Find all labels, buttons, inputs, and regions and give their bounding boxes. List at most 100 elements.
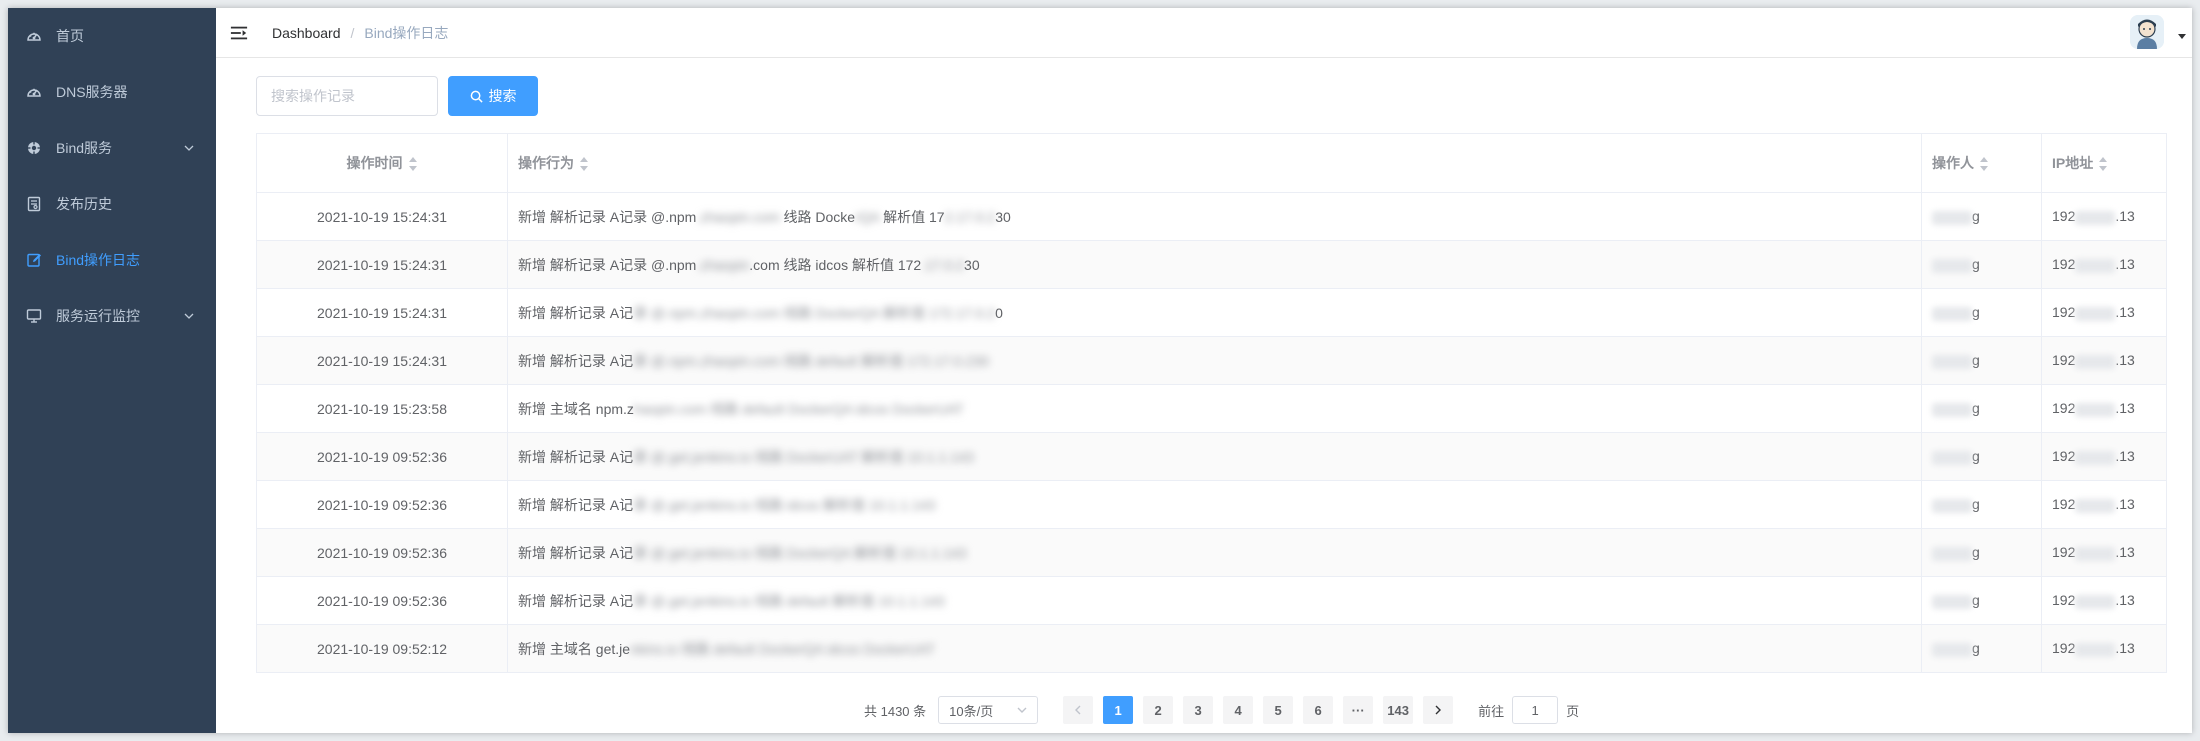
breadcrumb-current: Bind操作日志 bbox=[364, 24, 449, 41]
column-header-operator[interactable]: 操作人 bbox=[1921, 133, 2042, 193]
action-text: 新增 解析记录 A记 bbox=[518, 448, 634, 465]
caret-down-icon[interactable] bbox=[2178, 32, 2186, 40]
table-row: 2021-10-19 15:24:31 新增 解析记录 A记录 @.npm.zha… bbox=[256, 192, 2167, 241]
redacted-text: .17.0.2 bbox=[921, 256, 965, 273]
ip-text: .13 bbox=[2115, 208, 2135, 225]
prev-page-button[interactable] bbox=[1063, 696, 1094, 724]
sidebar-item[interactable]: 服务运行监控 bbox=[8, 288, 216, 344]
redacted-text: 录 @.get.jenkins.io 线路 DockerQA 解析值 10.1.… bbox=[633, 544, 967, 561]
ip-text: 192 bbox=[2052, 640, 2076, 657]
sidebar-item[interactable]: Bind操作日志 bbox=[8, 232, 216, 288]
sidebar-item[interactable]: 首页 bbox=[8, 8, 216, 64]
page-button[interactable]: 1 bbox=[1103, 696, 1134, 724]
time-cell: 2021-10-19 15:24:31 bbox=[256, 192, 508, 241]
sort-icon[interactable] bbox=[408, 156, 418, 172]
page-button[interactable]: 2 bbox=[1143, 696, 1174, 724]
ip-text: 192 bbox=[2052, 496, 2076, 513]
time-cell: 2021-10-19 15:24:31 bbox=[256, 288, 508, 337]
sidebar-item[interactable]: 发布历史 bbox=[8, 176, 216, 232]
more-pages-button[interactable]: ··· bbox=[1343, 696, 1374, 724]
sort-icon[interactable] bbox=[2098, 156, 2108, 172]
operator-text: g bbox=[1972, 640, 1980, 657]
operator-text: g bbox=[1972, 304, 1980, 321]
action-cell: 新增 解析记录 A记录 @.get.jenkins.io 线路 DockerQA… bbox=[507, 528, 1922, 577]
time-text: 2021-10-19 15:24:31 bbox=[317, 256, 447, 273]
sort-icon[interactable] bbox=[579, 156, 589, 172]
column-header-label: 操作人 bbox=[1932, 155, 1974, 171]
avatar[interactable] bbox=[2130, 15, 2164, 49]
next-page-button[interactable] bbox=[1423, 696, 1454, 724]
ip-cell: 192.13 bbox=[2041, 192, 2167, 241]
chevron-left-icon bbox=[1075, 705, 1081, 715]
time-cell: 2021-10-19 15:24:31 bbox=[256, 336, 508, 385]
ip-cell: 192.13 bbox=[2041, 480, 2167, 529]
redacted-text: 录 @.npm.zhaopin.com 线路 DockerQA 解析值 172.… bbox=[633, 304, 996, 321]
page-button[interactable]: 3 bbox=[1183, 696, 1214, 724]
ip-cell: 192.13 bbox=[2041, 528, 2167, 577]
redacted-text: .zhaopin bbox=[696, 256, 750, 273]
page-button[interactable]: 5 bbox=[1263, 696, 1294, 724]
ip-text: .13 bbox=[2115, 352, 2135, 369]
search-button[interactable]: 搜索 bbox=[448, 76, 538, 116]
ip-text: .13 bbox=[2115, 544, 2135, 561]
operator-text: g bbox=[1972, 592, 1980, 609]
ip-cell: 192.13 bbox=[2041, 624, 2167, 673]
ip-text: 192 bbox=[2052, 592, 2076, 609]
redacted-block bbox=[2075, 546, 2116, 561]
page-jump-input[interactable] bbox=[1512, 696, 1559, 724]
operator-text: g bbox=[1972, 208, 1980, 225]
table-row: 2021-10-19 15:24:31 新增 解析记录 A记录 @.npm.zha… bbox=[256, 288, 2167, 337]
search-input[interactable] bbox=[256, 76, 438, 116]
monitor-icon bbox=[26, 308, 42, 324]
ip-text: .13 bbox=[2115, 448, 2135, 465]
sidebar: 首页 DNS服务器 Bind服务 发布历史 Bind操作日志 服务运行监控 bbox=[8, 8, 216, 733]
page-button[interactable]: 143 bbox=[1383, 696, 1414, 724]
table-header-row: 操作时间 操作行为 操作人 IP地址 bbox=[256, 133, 2167, 193]
ip-cell: 192.13 bbox=[2041, 576, 2167, 625]
column-header-action[interactable]: 操作行为 bbox=[507, 133, 1922, 193]
ip-text: .13 bbox=[2115, 496, 2135, 513]
sort-icon[interactable] bbox=[1979, 156, 1989, 172]
breadcrumb-home[interactable]: Dashboard bbox=[272, 25, 341, 41]
dashboard-icon bbox=[26, 28, 42, 44]
ip-cell: 192.13 bbox=[2041, 240, 2167, 289]
action-text: 新增 解析记录 A记 bbox=[518, 304, 634, 321]
page-button[interactable]: 6 bbox=[1303, 696, 1334, 724]
chevron-down-icon bbox=[184, 288, 194, 344]
page-jump-suffix: 页 bbox=[1566, 703, 1580, 719]
ip-cell: 192.13 bbox=[2041, 336, 2167, 385]
ip-text: 192 bbox=[2052, 400, 2076, 417]
redacted-text: 录 @.get.jenkins.io 线路 DockerUAT 解析值 10.1… bbox=[633, 448, 974, 465]
table-row: 2021-10-19 09:52:36 新增 解析记录 A记录 @.get.jen… bbox=[256, 480, 2167, 529]
time-cell: 2021-10-19 09:52:36 bbox=[256, 432, 508, 481]
redacted-text: 录 @.npm.zhaopin.com 线路 default 解析值 172.1… bbox=[633, 352, 989, 369]
operator-cell: g bbox=[1921, 480, 2042, 529]
target-icon bbox=[26, 140, 42, 156]
sidebar-item[interactable]: DNS服务器 bbox=[8, 64, 216, 120]
redacted-text: haopin.com 线路 default DockerQA idcos Doc… bbox=[633, 400, 964, 417]
page-size-select[interactable]: 10条/页 bbox=[938, 696, 1039, 724]
redacted-block bbox=[2075, 306, 2116, 321]
redacted-block bbox=[1932, 210, 1972, 225]
sidebar-item[interactable]: Bind服务 bbox=[8, 120, 216, 176]
ip-text: .13 bbox=[2115, 640, 2135, 657]
redacted-block bbox=[2075, 450, 2116, 465]
page-button[interactable]: 4 bbox=[1223, 696, 1254, 724]
page-size-value: 10条/页 bbox=[949, 703, 994, 719]
hamburger-icon[interactable] bbox=[230, 23, 250, 43]
operator-cell: g bbox=[1921, 192, 2042, 241]
pagination-total: 共 1430 条 bbox=[864, 703, 927, 719]
redacted-block bbox=[2075, 594, 2116, 609]
ip-text: 192 bbox=[2052, 256, 2076, 273]
action-cell: 新增 解析记录 A记录 @.npm.zhaopin.com 线路 idcos 解… bbox=[507, 240, 1922, 289]
operator-text: g bbox=[1972, 352, 1980, 369]
ip-cell: 192.13 bbox=[2041, 384, 2167, 433]
ip-text: 192 bbox=[2052, 352, 2076, 369]
column-header-time[interactable]: 操作时间 bbox=[256, 133, 508, 193]
action-text: 0 bbox=[995, 304, 1003, 321]
column-header-ip[interactable]: IP地址 bbox=[2041, 133, 2167, 193]
table-row: 2021-10-19 09:52:36 新增 解析记录 A记录 @.get.jen… bbox=[256, 576, 2167, 625]
action-text: 新增 解析记录 A记录 @.npm bbox=[518, 208, 697, 225]
redacted-block bbox=[1932, 642, 1972, 657]
operator-text: g bbox=[1972, 544, 1980, 561]
